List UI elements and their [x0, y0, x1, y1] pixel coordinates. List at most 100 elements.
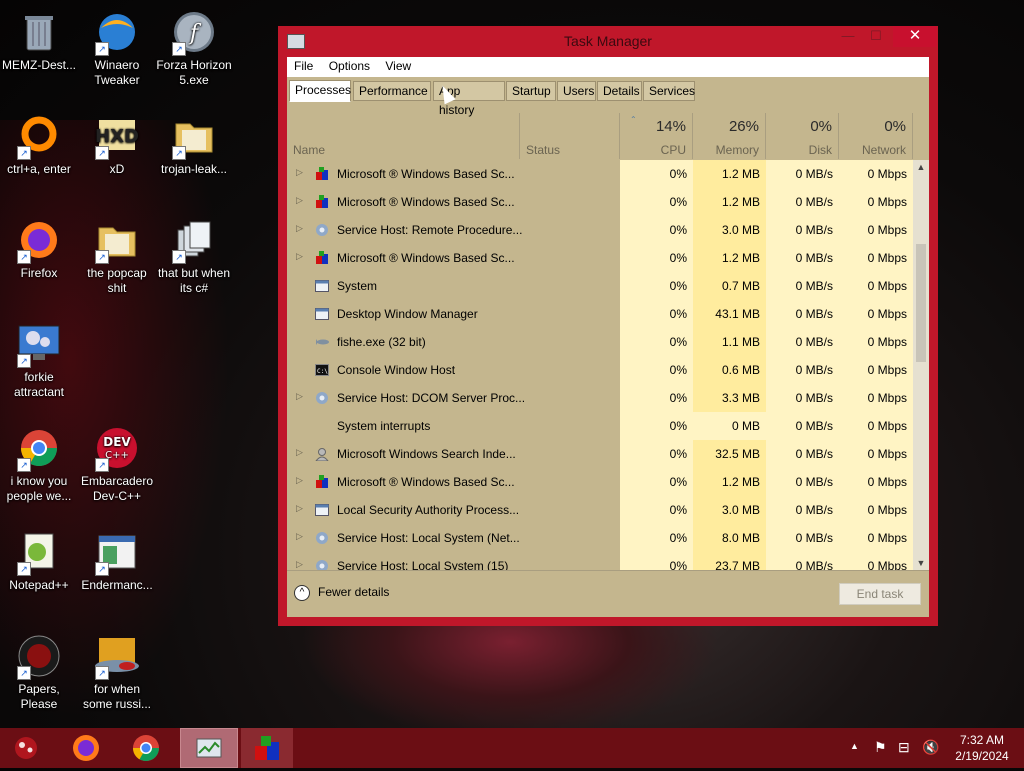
window-icon: ↗ [93, 528, 141, 576]
papers-please-icon: ↗ [15, 632, 63, 680]
header-status[interactable]: Status [520, 113, 620, 159]
table-row[interactable]: ▷ Service Host: Local System (15) 0% 23.7 M… [287, 552, 913, 571]
vertical-scrollbar[interactable]: ▲ ▼ [913, 160, 929, 570]
expand-chevron-icon[interactable]: ▷ [296, 559, 303, 570]
desktop-icon[interactable]: ↗ Papers, Please [0, 632, 78, 712]
table-row[interactable]: System interrupts 0% 0 MB 0 MB/s 0 Mbps [287, 412, 913, 440]
desktop-icon-label: ctrl+a, enter [7, 162, 71, 176]
header-network-percent: 0% [884, 118, 906, 135]
menu-bar: File Options View [287, 57, 929, 77]
taskbar-app[interactable] [241, 728, 293, 768]
scroll-thumb[interactable] [916, 244, 926, 362]
expand-chevron-icon[interactable]: ▷ [296, 167, 303, 178]
close-button[interactable]: ✕ [893, 26, 937, 47]
table-row[interactable]: fishe.exe (32 bit) 0% 1.1 MB 0 MB/s 0 Mbps [287, 328, 913, 356]
desktop-icon[interactable]: ↗ Winaero Tweaker [78, 8, 156, 88]
table-row[interactable]: ▷ Microsoft ® Windows Based Sc... 0% 1.2 MB… [287, 160, 913, 188]
tab-details[interactable]: Details [597, 81, 642, 101]
disk-cell: 0 MB/s [766, 188, 839, 216]
desktop-icon[interactable]: ↗ forkie attractant [0, 320, 78, 400]
memory-cell: 0.7 MB [693, 272, 766, 300]
header-disk[interactable]: 0% Disk [766, 113, 839, 159]
tab-users[interactable]: Users [557, 81, 596, 101]
memory-cell: 1.2 MB [693, 160, 766, 188]
table-row[interactable]: ▷ Microsoft ® Windows Based Sc... 0% 1.2 MB… [287, 468, 913, 496]
desktop-icon[interactable]: DEV C++ ↗ Embarcadero Dev-C++ [78, 424, 156, 504]
memory-cell: 3.3 MB [693, 384, 766, 412]
table-row[interactable]: ▷ Microsoft ® Windows Based Sc... 0% 1.2 MB… [287, 188, 913, 216]
network-cell: 0 Mbps [839, 300, 913, 328]
header-cpu[interactable]: ⌃ 14% CPU [620, 113, 693, 159]
desktop-icon[interactable]: ↗ Firefox [0, 216, 78, 281]
desktop-icon[interactable]: ↗ that but when its c# [155, 216, 233, 296]
start-button[interactable] [0, 728, 54, 768]
header-memory[interactable]: 26% Memory [693, 113, 766, 159]
scroll-down-icon[interactable]: ▼ [913, 556, 929, 570]
gear-icon [315, 391, 330, 405]
header-network-label: Network [861, 143, 906, 157]
menu-view[interactable]: View [380, 57, 416, 75]
network-cell: 0 Mbps [839, 356, 913, 384]
desktop-icon[interactable]: MEMZ-Dest... [0, 8, 78, 73]
show-hidden-icons[interactable]: ▲ [850, 741, 859, 751]
gear-icon [315, 531, 330, 545]
table-row[interactable]: ▷ Service Host: DCOM Server Proc... 0% 3.3 … [287, 384, 913, 412]
desktop-icon[interactable]: ↗ ctrl+a, enter [0, 112, 78, 177]
table-row[interactable]: ▷ Microsoft Windows Search Inde... 0% 32.5 … [287, 440, 913, 468]
shortcut-arrow-icon: ↗ [172, 250, 186, 264]
desktop-icon[interactable]: ↗ the popcap shit [78, 216, 156, 296]
scroll-up-icon[interactable]: ▲ [913, 160, 929, 174]
desktop-icon[interactable]: ↗ i know you people we... [0, 424, 78, 504]
expand-chevron-icon[interactable]: ▷ [296, 503, 303, 514]
expand-chevron-icon[interactable]: ▷ [296, 391, 303, 402]
network-cell: 0 Mbps [839, 524, 913, 552]
tab-processes[interactable]: Processes [289, 80, 351, 102]
disk-cell: 0 MB/s [766, 216, 839, 244]
volume-muted-icon[interactable]: 🔇 [922, 739, 939, 756]
header-status-label: Status [526, 143, 561, 157]
expand-chevron-icon[interactable]: ▷ [296, 531, 303, 542]
winaero-icon: ↗ [93, 8, 141, 56]
network-cell: 0 Mbps [839, 440, 913, 468]
expand-chevron-icon[interactable]: ▷ [296, 447, 303, 458]
minimize-button[interactable]: — [834, 26, 862, 47]
desktop-icon[interactable]: ↗ for when some russi... [78, 632, 156, 712]
flag-icon[interactable]: ⚑ [874, 739, 887, 756]
header-network[interactable]: 0% Network [839, 113, 913, 159]
table-row[interactable]: Desktop Window Manager 0% 43.1 MB 0 MB/s 0 M… [287, 300, 913, 328]
fewer-details-button[interactable]: ^ Fewer details [294, 585, 389, 601]
desktop-icon[interactable]: ↗ trojan-leak... [155, 112, 233, 177]
tab-services[interactable]: Services [643, 81, 695, 101]
desktop-icon-label: Embarcadero Dev-C++ [80, 474, 154, 503]
table-row[interactable]: ▷ Microsoft ® Windows Based Sc... 0% 1.2 MB… [287, 244, 913, 272]
tab-startup[interactable]: Startup [506, 81, 556, 101]
menu-options[interactable]: Options [324, 57, 375, 75]
maximize-button[interactable]: ☐ [862, 26, 890, 47]
window-small-icon [315, 307, 330, 321]
taskbar-chrome[interactable] [120, 728, 172, 768]
network-icon[interactable]: ⊟ [898, 739, 910, 756]
desktop-icon[interactable]: f ↗ Forza Horizon 5.exe [155, 8, 233, 88]
expand-chevron-icon[interactable]: ▷ [296, 195, 303, 206]
tab-performance[interactable]: Performance [353, 81, 431, 101]
expand-chevron-icon[interactable]: ▷ [296, 223, 303, 234]
menu-file[interactable]: File [289, 57, 318, 75]
table-row[interactable]: ▷ Local Security Authority Process... 0% 3.… [287, 496, 913, 524]
table-row[interactable]: ▷ Service Host: Local System (Net... 0% 8.0… [287, 524, 913, 552]
cpu-cell: 0% [620, 468, 693, 496]
taskbar-firefox[interactable] [60, 728, 112, 768]
end-task-button[interactable]: End task [839, 583, 921, 605]
table-row[interactable]: System 0% 0.7 MB 0 MB/s 0 Mbps [287, 272, 913, 300]
table-row[interactable]: C:\ Console Window Host 0% 0.6 MB 0 MB/s 0 Mb… [287, 356, 913, 384]
desktop-icon[interactable]: HXD ↗ xD [78, 112, 156, 177]
desktop-icon[interactable]: ↗ Endermanc... [78, 528, 156, 593]
expand-chevron-icon[interactable]: ▷ [296, 475, 303, 486]
taskbar-task-manager[interactable] [180, 728, 238, 768]
clock[interactable]: 7:32 AM 2/19/2024 [940, 732, 1024, 764]
header-name[interactable]: Name [287, 113, 520, 159]
disk-cell: 0 MB/s [766, 552, 839, 571]
title-bar[interactable]: Task Manager — ☐ ✕ [278, 26, 938, 56]
table-row[interactable]: ▷ Service Host: Remote Procedure... 0% 3.0 … [287, 216, 913, 244]
desktop-icon[interactable]: ↗ Notepad++ [0, 528, 78, 593]
expand-chevron-icon[interactable]: ▷ [296, 251, 303, 262]
